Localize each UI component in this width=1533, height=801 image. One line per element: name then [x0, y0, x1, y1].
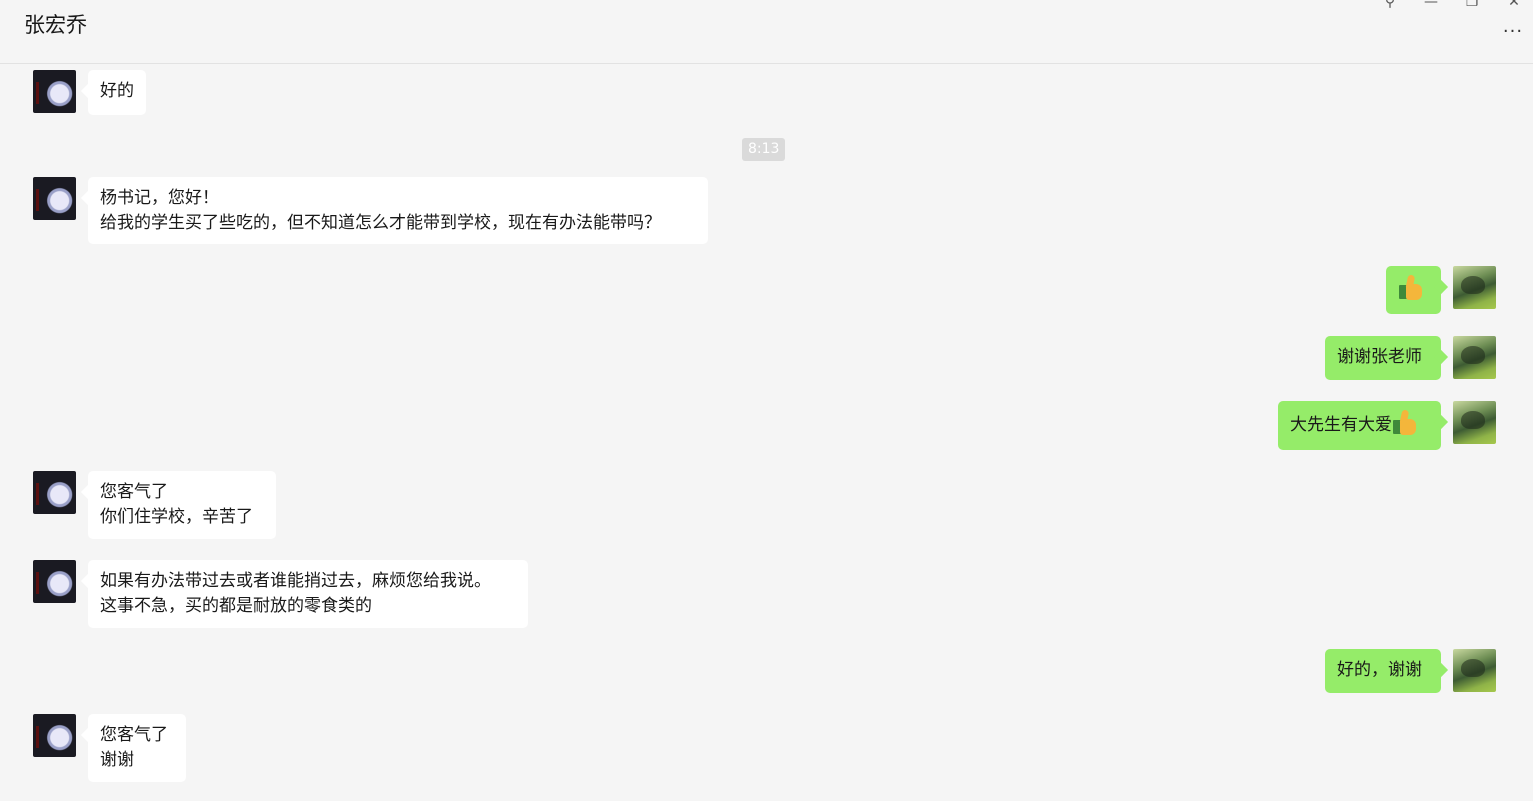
chat-title: 张宏乔 — [24, 13, 87, 37]
message-text: 好的 — [100, 81, 134, 101]
message-timestamp: 8:13 — [742, 138, 786, 161]
contact-avatar[interactable] — [33, 471, 76, 514]
message-bubble-incoming[interactable]: 杨书记，您好！ 给我的学生买了些吃的，但不知道怎么才能带到学校，现在有办法能带吗… — [88, 177, 708, 244]
message-text: 大先生有大爱 — [1290, 415, 1392, 435]
message-text: 你们住学校，辛苦了 — [100, 507, 253, 527]
message-text: 谢谢 — [100, 750, 134, 770]
message-text: 好的，谢谢 — [1337, 660, 1422, 680]
message-bubble-incoming[interactable]: 好的 — [88, 70, 146, 115]
thumbs-up-icon — [1398, 274, 1424, 301]
message-text: 您客气了 — [100, 482, 168, 502]
message-bubble-incoming[interactable]: 您客气了 谢谢 — [88, 714, 186, 782]
contact-avatar[interactable] — [33, 714, 76, 757]
contact-avatar[interactable] — [33, 177, 76, 220]
more-options-icon[interactable]: ··· — [1500, 22, 1526, 42]
self-avatar[interactable] — [1453, 336, 1496, 379]
message-bubble-outgoing[interactable]: 好的，谢谢 — [1325, 649, 1441, 693]
self-avatar[interactable] — [1453, 649, 1496, 692]
contact-avatar[interactable] — [33, 560, 76, 603]
minimize-icon[interactable]: — — [1423, 0, 1439, 10]
self-avatar[interactable] — [1453, 266, 1496, 309]
message-text: 杨书记，您好！ — [100, 188, 219, 208]
thumbs-up-icon — [1392, 409, 1418, 436]
message-bubble-outgoing[interactable]: 大先生有大爱 — [1278, 401, 1441, 450]
message-text: 如果有办法带过去或者谁能捎过去，麻烦您给我说。 — [100, 571, 491, 591]
message-text: 给我的学生买了些吃的，但不知道怎么才能带到学校，现在有办法能带吗？ — [100, 213, 661, 233]
message-bubble-incoming[interactable]: 您客气了 你们住学校，辛苦了 — [88, 471, 276, 539]
message-text: 这事不急，买的都是耐放的零食类的 — [100, 596, 372, 616]
self-avatar[interactable] — [1453, 401, 1496, 444]
message-bubble-incoming[interactable]: 如果有办法带过去或者谁能捎过去，麻烦您给我说。 这事不急，买的都是耐放的零食类的 — [88, 560, 528, 628]
pin-icon[interactable]: ⚲ — [1382, 0, 1398, 10]
message-bubble-outgoing[interactable] — [1386, 266, 1441, 314]
contact-avatar[interactable] — [33, 70, 76, 113]
message-text: 谢谢张老师 — [1337, 347, 1422, 367]
restore-icon[interactable]: ❐ — [1464, 0, 1480, 10]
close-icon[interactable]: ✕ — [1506, 0, 1522, 10]
message-text: 您客气了 — [100, 725, 168, 745]
chat-header: 张宏乔 ⚲ — ❐ ✕ ··· — [0, 0, 1533, 64]
chat-window: 张宏乔 ⚲ — ❐ ✕ ··· 好的 8:13 杨书记，您好！ 给我的学生买了些… — [0, 0, 1533, 801]
message-bubble-outgoing[interactable]: 谢谢张老师 — [1325, 336, 1441, 380]
